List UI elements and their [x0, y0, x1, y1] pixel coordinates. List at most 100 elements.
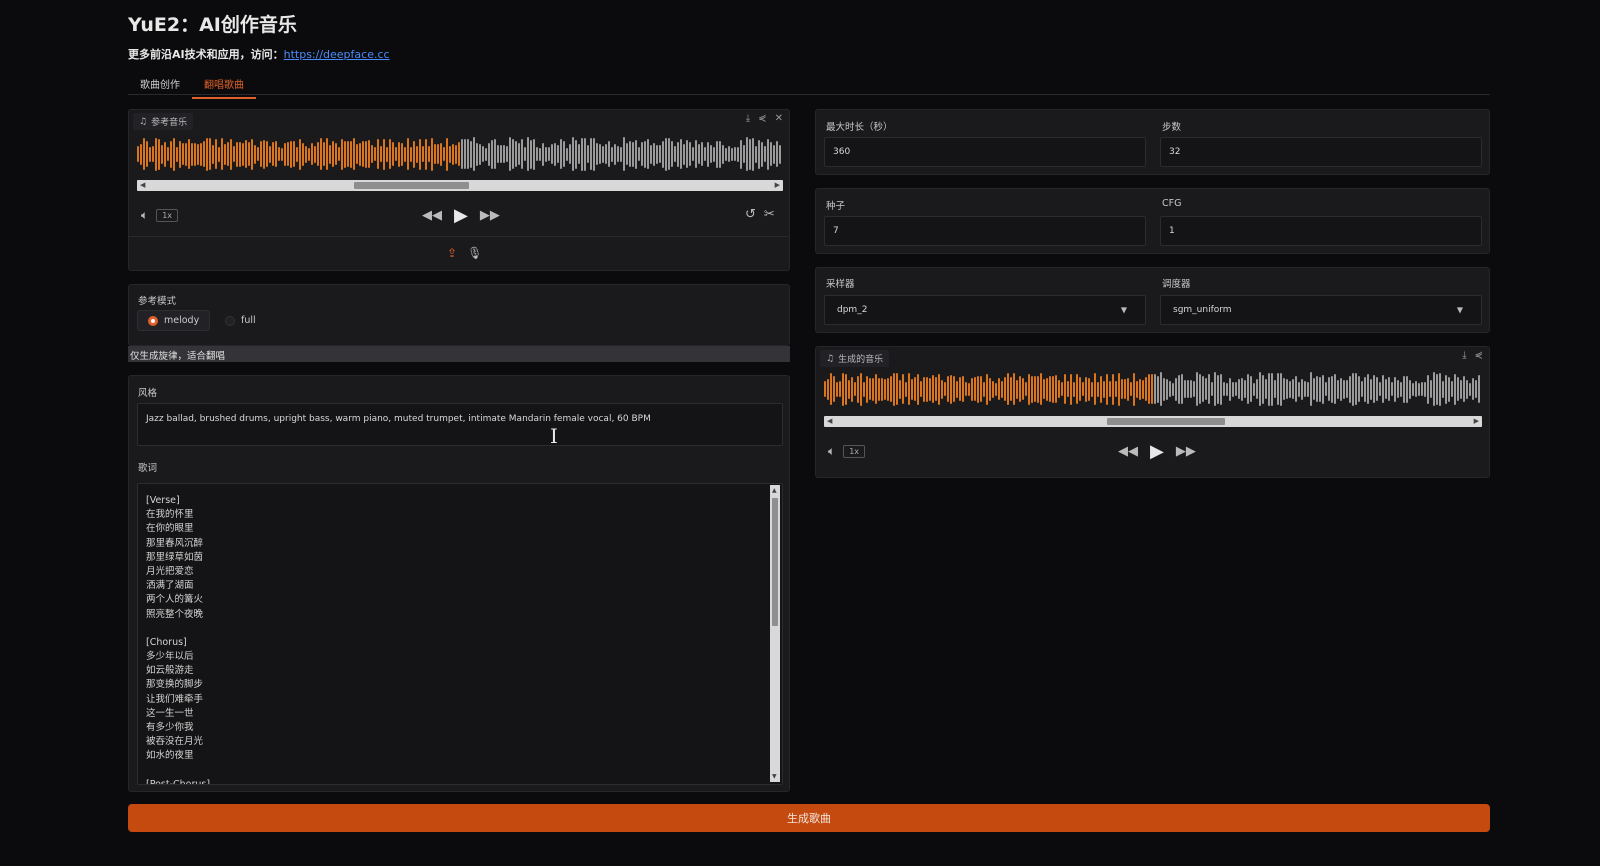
waveform-bar: [356, 144, 358, 164]
reference-waveform[interactable]: [137, 136, 783, 172]
volume-icon[interactable]: 🔈︎: [141, 208, 148, 223]
radio-full[interactable]: full: [214, 310, 267, 331]
lyrics-line: 在你的眼里: [146, 523, 194, 535]
scroll-left-icon[interactable]: ◀: [140, 181, 145, 189]
waveform-bar: [926, 376, 928, 402]
fast-forward-icon[interactable]: ▶▶: [480, 208, 500, 223]
waveform-bar: [1211, 382, 1213, 396]
generated-waveform[interactable]: [824, 371, 1482, 407]
waveform-bar: [536, 147, 538, 161]
waveform-bar: [959, 377, 961, 401]
waveform-bar: [1322, 374, 1324, 404]
lyrics-input[interactable]: [Verse] 在我的怀里 在你的眼里 那里春风沉醉 那里绿草如茵 月光把爱恋 洒满了湖面两…: [137, 483, 783, 785]
text-cursor-icon: I: [550, 424, 558, 448]
tab-cover-song[interactable]: 翻唱歌曲: [192, 76, 256, 99]
reference-mode-panel: 参考模式 melody full: [128, 284, 790, 346]
waveform-bar: [719, 140, 721, 168]
upload-icon[interactable]: ⇪: [447, 246, 457, 260]
seed-input[interactable]: 7: [824, 216, 1146, 246]
waveform-bar: [887, 377, 889, 401]
scroll-up-icon[interactable]: ▲: [772, 487, 777, 494]
waveform-bar: [374, 147, 376, 161]
waveform-bar: [830, 373, 832, 405]
waveform-bar: [1400, 381, 1402, 397]
waveform-bar: [380, 146, 382, 162]
waveform-bar: [986, 373, 988, 405]
scrollbar-thumb[interactable]: [354, 182, 469, 189]
style-input[interactable]: Jazz ballad, brushed drums, upright bass…: [137, 403, 783, 446]
waveform-bar: [176, 146, 178, 162]
waveform-bar: [527, 137, 529, 171]
download-icon[interactable]: ⤓: [1462, 350, 1466, 361]
microphone-icon[interactable]: 🎙︎: [467, 246, 482, 260]
rewind-icon[interactable]: ◀◀: [422, 208, 442, 223]
play-icon[interactable]: ▶: [454, 205, 468, 226]
waveform-bar: [998, 378, 1000, 400]
waveform-bar: [1436, 373, 1438, 405]
waveform-bar: [824, 381, 826, 397]
steps-input[interactable]: 32: [1160, 137, 1482, 167]
waveform-bar: [614, 143, 616, 165]
waveform-bar: [1415, 381, 1417, 397]
waveform-bar: [683, 143, 685, 165]
tab-song-creation[interactable]: 歌曲创作: [128, 76, 192, 97]
playback-speed-button[interactable]: 1x: [156, 209, 179, 222]
waveform-bar: [581, 137, 583, 171]
subtitle: 更多前沿AI技术和应用，访问：https://deepface.cc: [128, 46, 390, 62]
reference-waveform-scrollbar[interactable]: ◀ ▶: [137, 180, 783, 191]
waveform-bar: [1463, 376, 1465, 402]
lyrics-line: 洒满了湖面: [146, 580, 194, 592]
waveform-bar: [269, 145, 271, 163]
scrollbar-thumb[interactable]: [1107, 418, 1225, 425]
download-icon[interactable]: ⤓: [746, 113, 750, 124]
waveform-bar: [407, 138, 409, 170]
generated-waveform-scrollbar[interactable]: ◀ ▶: [824, 416, 1482, 427]
waveform-bar: [299, 138, 301, 170]
waveform-bar: [266, 141, 268, 167]
share-icon[interactable]: ⋞: [758, 113, 766, 124]
waveform-bar: [209, 138, 211, 170]
waveform-bar: [737, 146, 739, 162]
waveform-bar: [1286, 379, 1288, 399]
waveform-bar: [389, 139, 391, 169]
waveform-bar: [776, 141, 778, 167]
scroll-right-icon[interactable]: ▶: [775, 181, 780, 189]
scheduler-dropdown[interactable]: sgm_uniform ▼: [1160, 295, 1482, 325]
playback-speed-button[interactable]: 1x: [843, 445, 866, 458]
cfg-input[interactable]: 1: [1160, 216, 1482, 246]
waveform-bar: [902, 374, 904, 404]
deepface-link[interactable]: https://deepface.cc: [284, 48, 390, 61]
volume-icon[interactable]: 🔈︎: [828, 444, 835, 459]
close-icon[interactable]: ✕: [775, 113, 783, 124]
max-duration-input[interactable]: 360: [824, 137, 1146, 167]
scrollbar-thumb[interactable]: [772, 498, 778, 626]
generate-song-button[interactable]: 生成歌曲: [128, 804, 1490, 832]
rewind-icon[interactable]: ◀◀: [1118, 444, 1138, 459]
share-icon[interactable]: ⋞: [1475, 350, 1483, 361]
scroll-right-icon[interactable]: ▶: [1474, 417, 1479, 425]
waveform-bar: [770, 142, 772, 166]
undo-icon[interactable]: ↺: [745, 207, 756, 222]
scroll-down-icon[interactable]: ▼: [772, 773, 777, 780]
play-icon[interactable]: ▶: [1150, 441, 1164, 462]
sampler-dropdown[interactable]: dpm_2 ▼: [824, 295, 1146, 325]
waveform-bar: [878, 377, 880, 401]
waveform-bar: [365, 140, 367, 168]
waveform-bar: [743, 145, 745, 163]
waveform-bar: [284, 142, 286, 166]
waveform-bar: [671, 141, 673, 167]
waveform-bar: [332, 141, 334, 167]
waveform-bar: [710, 145, 712, 163]
waveform-bar: [455, 144, 457, 164]
scissors-icon[interactable]: ✂: [764, 207, 775, 222]
fast-forward-icon[interactable]: ▶▶: [1176, 444, 1196, 459]
waveform-bar: [440, 142, 442, 166]
lyrics-scrollbar[interactable]: ▲ ▼: [770, 485, 780, 782]
scroll-left-icon[interactable]: ◀: [827, 417, 832, 425]
radio-melody[interactable]: melody: [137, 310, 211, 331]
waveform-bar: [899, 379, 901, 399]
waveform-bar: [1433, 372, 1435, 406]
waveform-bar: [383, 138, 385, 170]
waveform-bar: [446, 137, 448, 171]
waveform-bar: [170, 140, 172, 168]
